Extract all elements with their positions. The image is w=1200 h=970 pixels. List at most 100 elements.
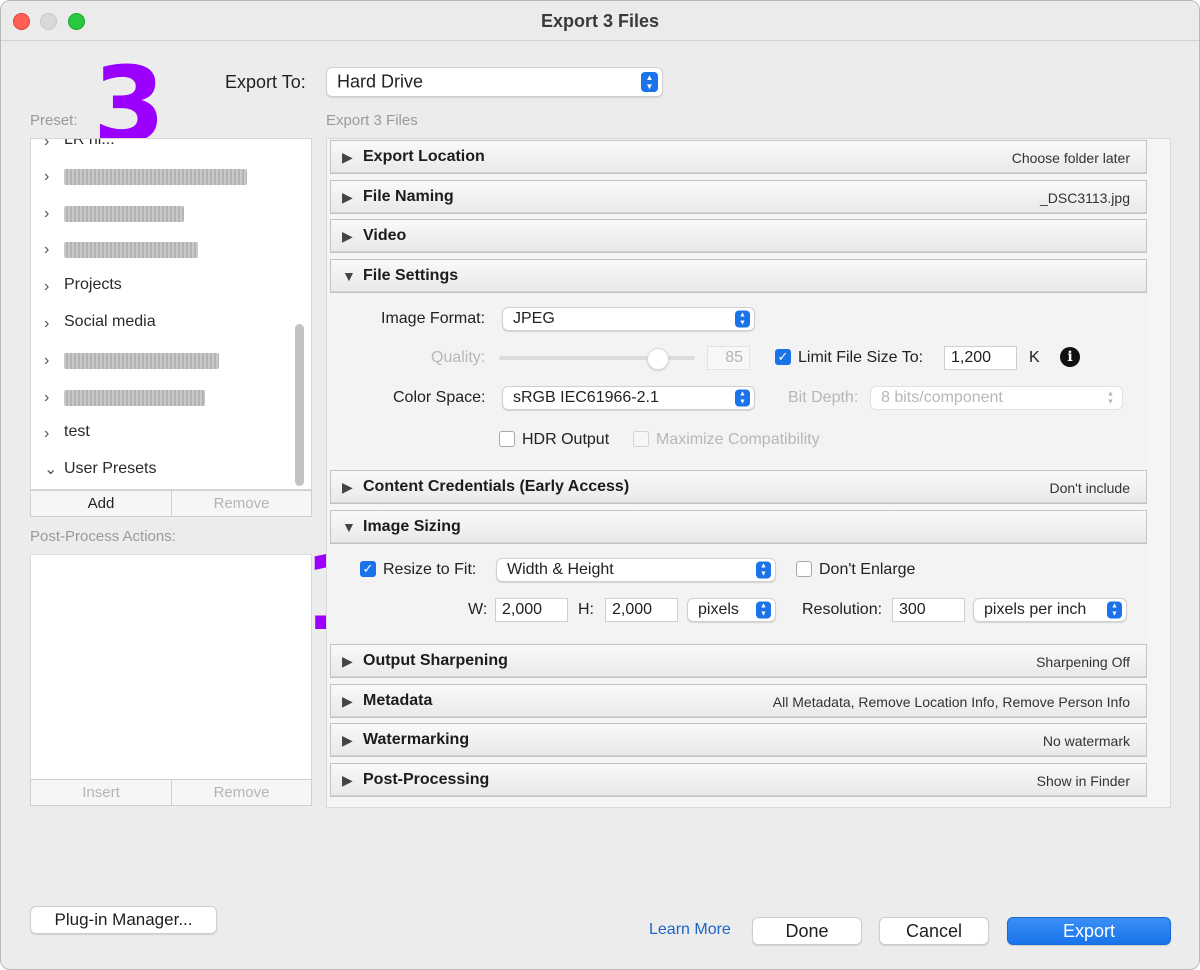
dont-enlarge-checkbox[interactable] — [796, 561, 812, 577]
height-field[interactable]: 2,000 — [605, 598, 678, 622]
size-unit-select[interactable]: pixels ▲ ▼ — [687, 598, 776, 622]
disclosure-right-icon: ▶ — [342, 189, 353, 205]
cancel-button[interactable]: Cancel — [879, 917, 989, 945]
section-image-sizing[interactable]: ▼ Image Sizing — [330, 510, 1147, 544]
updown-chevron-icon: ▲ ▼ — [735, 310, 750, 328]
preset-folder-projects[interactable]: › Projects — [31, 272, 291, 302]
updown-chevron-icon: ▲ ▼ — [1107, 601, 1122, 619]
section-metadata[interactable]: ▶ Metadata All Metadata, Remove Location… — [330, 684, 1147, 718]
preset-label: Preset: — [30, 112, 78, 129]
preset-folder-redacted[interactable]: › — [31, 346, 291, 376]
section-output-sharpening[interactable]: ▶ Output Sharpening Sharpening Off — [330, 644, 1147, 678]
resolution-unit-select[interactable]: pixels per inch ▲ ▼ — [973, 598, 1127, 622]
disclosure-right-icon: ▶ — [342, 732, 353, 748]
export-to-select[interactable]: Hard Drive ▲ ▼ — [326, 67, 663, 97]
remove-action-button[interactable]: Remove — [171, 779, 312, 806]
quality-slider-knob[interactable] — [647, 348, 669, 370]
resolution-field[interactable]: 300 — [892, 598, 965, 622]
updown-chevron-icon: ▲ ▼ — [1107, 390, 1114, 406]
disclosure-right-icon: ▶ — [342, 772, 353, 788]
export-button[interactable]: Export — [1007, 917, 1171, 945]
height-label: H: — [578, 601, 594, 618]
width-label: W: — [468, 601, 488, 618]
resize-to-fit-label: Resize to Fit: — [383, 561, 477, 578]
resize-to-fit-checkbox[interactable]: ✓ — [360, 561, 376, 577]
chevron-right-icon: › — [44, 241, 50, 258]
learn-more-link[interactable]: Learn More — [649, 921, 731, 939]
preset-folder-user-presets[interactable]: ⌄ User Presets — [31, 456, 291, 486]
quality-label: Quality: — [431, 349, 486, 366]
redacted-preset-name — [64, 242, 198, 258]
chevron-right-icon: › — [44, 278, 50, 295]
export-dialog: Export 3 Files 3 2 1 Export To: Hard Dri… — [0, 0, 1200, 970]
chevron-right-icon: › — [44, 389, 50, 406]
info-icon[interactable]: i — [1060, 347, 1080, 367]
bit-depth-select[interactable]: 8 bits/component ▲ ▼ — [870, 386, 1123, 410]
disclosure-right-icon: ▶ — [342, 228, 353, 244]
limit-file-size-label: Limit File Size To: — [798, 349, 924, 366]
width-field[interactable]: 2,000 — [495, 598, 568, 622]
done-button[interactable]: Done — [752, 917, 862, 945]
maximize-compatibility-checkbox[interactable] — [633, 431, 649, 447]
image-format-label: Image Format: — [381, 310, 486, 327]
hdr-output-checkbox[interactable] — [499, 431, 515, 447]
section-watermarking[interactable]: ▶ Watermarking No watermark — [330, 723, 1147, 757]
disclosure-right-icon: ▶ — [342, 693, 353, 709]
plugin-manager-button[interactable]: Plug-in Manager... — [30, 906, 217, 934]
chevron-right-icon: › — [44, 205, 50, 222]
redacted-preset-name — [64, 390, 205, 406]
section-video[interactable]: ▶ Video — [330, 219, 1147, 253]
chevron-right-icon: › — [44, 138, 50, 150]
preset-folder-redacted[interactable]: › — [31, 199, 291, 229]
add-preset-button[interactable]: Add — [30, 490, 172, 517]
chevron-down-icon: ⌄ — [44, 461, 58, 478]
export-to-label: Export To: — [225, 72, 306, 92]
redacted-preset-name — [64, 169, 247, 185]
preset-scrollbar[interactable] — [295, 324, 304, 486]
section-export-location[interactable]: ▶ Export Location Choose folder later — [330, 140, 1147, 174]
title-bar: Export 3 Files — [1, 1, 1199, 41]
section-file-naming[interactable]: ▶ File Naming _DSC3113.jpg — [330, 180, 1147, 214]
preset-folder-redacted[interactable]: › — [31, 383, 291, 413]
redacted-preset-name — [64, 353, 219, 369]
maximize-compatibility-label: Maximize Compatibility — [656, 431, 820, 448]
section-post-processing[interactable]: ▶ Post-Processing Show in Finder — [330, 763, 1147, 797]
disclosure-right-icon: ▶ — [342, 149, 353, 165]
post-process-list[interactable] — [30, 554, 312, 780]
preset-folder-test[interactable]: › test — [31, 419, 291, 449]
updown-chevron-icon: ▲ ▼ — [735, 389, 750, 407]
limit-file-size-field[interactable]: 1,200 — [944, 346, 1017, 370]
preset-list[interactable]: › LR hi... › › › › Projects › Social med… — [30, 138, 312, 490]
disclosure-down-icon: ▼ — [342, 519, 356, 535]
preset-folder-social-media[interactable]: › Social media — [31, 309, 291, 339]
color-space-label: Color Space: — [393, 389, 486, 406]
chevron-right-icon: › — [44, 168, 50, 185]
section-content-credentials[interactable]: ▶ Content Credentials (Early Access) Don… — [330, 470, 1147, 504]
resize-mode-select[interactable]: Width & Height ▲ ▼ — [496, 558, 776, 582]
insert-action-button[interactable]: Insert — [30, 779, 172, 806]
disclosure-right-icon: ▶ — [342, 653, 353, 669]
window-title: Export 3 Files — [540, 11, 660, 31]
post-process-label: Post-Process Actions: — [30, 528, 176, 545]
limit-file-size-checkbox[interactable]: ✓ — [775, 349, 791, 365]
color-space-select[interactable]: sRGB IEC61966-2.1 ▲ ▼ — [502, 386, 755, 410]
limit-file-size-unit: K — [1029, 349, 1040, 366]
quality-value-field[interactable]: 85 — [707, 346, 750, 370]
chevron-right-icon: › — [44, 425, 50, 442]
resolution-label: Resolution: — [802, 601, 883, 618]
hdr-output-label: HDR Output — [522, 431, 610, 448]
preset-folder-partial[interactable]: › LR hi... — [31, 138, 291, 157]
updown-chevron-icon: ▲ ▼ — [756, 601, 771, 619]
chevron-right-icon: › — [44, 315, 50, 332]
redacted-preset-name — [64, 206, 184, 222]
dont-enlarge-label: Don't Enlarge — [819, 561, 916, 578]
updown-chevron-icon: ▲ ▼ — [641, 72, 658, 92]
section-file-settings[interactable]: ▼ File Settings — [330, 259, 1147, 293]
image-format-select[interactable]: JPEG ▲ ▼ — [502, 307, 755, 331]
export-subtitle: Export 3 Files — [326, 112, 418, 129]
preset-folder-redacted[interactable]: › — [31, 162, 291, 192]
preset-folder-redacted[interactable]: › — [31, 235, 291, 265]
updown-chevron-icon: ▲ ▼ — [756, 561, 771, 579]
remove-preset-button[interactable]: Remove — [171, 490, 312, 517]
disclosure-right-icon: ▶ — [342, 479, 353, 495]
